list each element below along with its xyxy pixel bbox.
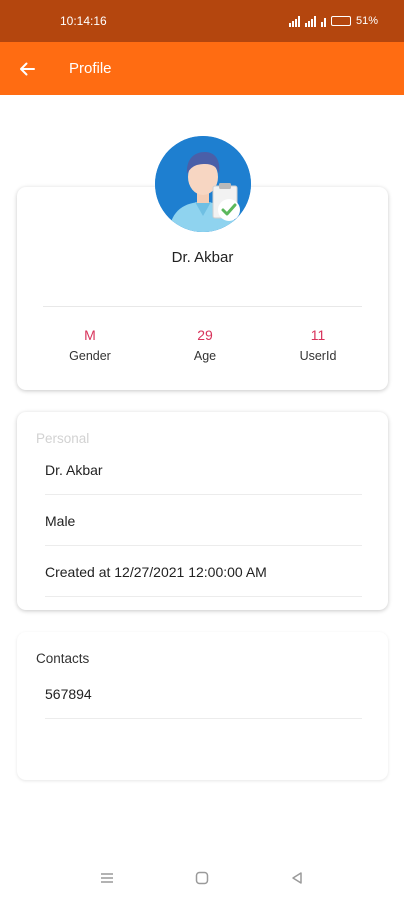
stat-userid: 11 UserId	[273, 327, 363, 363]
signal-icon	[288, 15, 300, 27]
stat-value: 29	[197, 327, 213, 343]
divider	[43, 306, 362, 307]
list-item: Dr. Akbar	[45, 445, 362, 495]
home-button[interactable]	[187, 863, 217, 893]
contacts-section-title: Contacts	[36, 651, 90, 666]
system-nav-bar	[0, 855, 404, 900]
list-item: Created at 12/27/2021 12:00:00 AM	[45, 547, 362, 597]
stat-value: 11	[310, 327, 326, 343]
status-bar: 10:14:16 51%	[0, 0, 404, 42]
battery-icon	[330, 16, 351, 26]
doctor-avatar-icon	[155, 136, 251, 232]
profile-name: Dr. Akbar	[171, 249, 234, 266]
home-square-icon	[195, 871, 209, 884]
stat-gender: M Gender	[45, 327, 135, 363]
stat-age: 29 Age	[160, 327, 250, 363]
avatar	[155, 136, 251, 232]
personal-card: Personal Dr. Akbar Male Created at 12/27…	[17, 412, 388, 610]
battery-percent: 51%	[355, 15, 378, 27]
stat-label: Gender	[69, 349, 111, 363]
stat-value: M	[84, 327, 96, 343]
contacts-card: Contacts 567894	[17, 632, 388, 780]
list-item: Male	[45, 496, 362, 546]
arrow-left-icon	[20, 62, 35, 75]
stat-label: Age	[193, 349, 217, 363]
status-time: 10:14:16	[60, 14, 107, 28]
signal-icon-2	[304, 15, 316, 27]
list-item: 567894	[45, 669, 362, 719]
stat-label: UserId	[299, 349, 337, 363]
personal-section-title: Personal	[36, 431, 90, 446]
triangle-back-icon	[291, 871, 302, 884]
page-title: Profile	[69, 60, 112, 77]
back-nav-button[interactable]	[282, 863, 312, 893]
back-button[interactable]	[0, 42, 54, 95]
wifi-icon	[320, 16, 326, 27]
status-icons: 51%	[288, 15, 378, 27]
menu-icon	[101, 872, 114, 883]
menu-button[interactable]	[92, 863, 122, 893]
app-bar: Profile	[0, 42, 404, 95]
